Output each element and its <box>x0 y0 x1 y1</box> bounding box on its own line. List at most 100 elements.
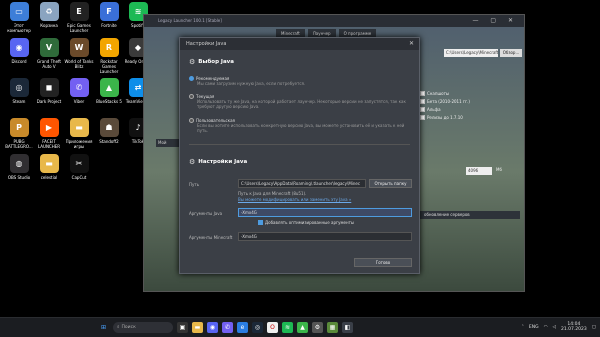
gta-icon: V <box>39 38 59 57</box>
radio-selected-icon[interactable] <box>189 76 194 81</box>
chevron-up-icon[interactable]: ˄ <box>522 325 524 330</box>
desktop-shortcut[interactable]: ▶ FACEIT LAUNCHER <box>33 118 65 149</box>
server-update-option[interactable]: обновление серверов <box>420 211 520 219</box>
desktop-shortcut[interactable]: W World of Tanks Blitz <box>63 38 95 69</box>
browse-button[interactable]: Обзор... <box>500 49 522 57</box>
desktop-shortcut[interactable]: ✆ Viber <box>63 78 95 104</box>
search-box[interactable]: ⌕ Поиск <box>113 322 173 333</box>
version-option[interactable]: Альфа <box>420 107 524 112</box>
steam-icon: ◎ <box>9 78 29 97</box>
launcher-titlebar[interactable]: Legacy Launcher 100.1 [Stable] — ▢ ✕ <box>144 15 524 27</box>
wifi-icon[interactable]: ◠ <box>544 325 548 330</box>
window-controls[interactable]: — ▢ ✕ <box>472 15 518 27</box>
jvm-args-label: Аргументы Java <box>189 211 223 216</box>
shortcut-label: Viber <box>73 99 85 104</box>
discord-icon: ◉ <box>9 38 29 57</box>
windows-start-icon[interactable]: ⊞ <box>98 322 109 333</box>
notification-icon[interactable]: ▢ <box>592 325 596 330</box>
edge-icon[interactable]: e <box>237 322 248 333</box>
minecraft-icon[interactable]: ▦ <box>327 322 338 333</box>
version-option[interactable]: Бета (2010-2011 гг.) <box>420 99 524 104</box>
checkbox-icon <box>420 99 425 104</box>
desktop-shortcut[interactable]: ▬ Приложения игры <box>63 118 95 149</box>
bluestacks-icon: ▲ <box>99 78 119 97</box>
memory-unit: Мб <box>496 167 502 172</box>
versions-panel: Снапшоты Бета (2010-2011 гг.) Альфа Рели… <box>420 91 524 123</box>
task-view-icon[interactable]: ▣ <box>177 322 188 333</box>
done-button[interactable]: Готово <box>354 258 412 267</box>
option-description: Мы сами загрузим нужную Java, если потре… <box>197 81 306 86</box>
desktop-shortcut[interactable]: P PUBG BATTLEGRO... <box>3 118 35 149</box>
optimized-args-checkbox[interactable]: Добавлять оптимизированные аргументы <box>258 220 354 225</box>
desktop-shortcut[interactable]: ♻ Корзина <box>33 2 65 28</box>
shortcut-label: Discord <box>11 59 27 64</box>
folder-icon: ▬ <box>39 154 59 173</box>
desktop-shortcut[interactable]: ✂ CapCut <box>63 154 95 180</box>
desktop-shortcut[interactable]: F Fortnite <box>93 2 125 28</box>
desktop-shortcut[interactable]: V Grand Theft Auto V <box>33 38 65 69</box>
clock[interactable]: 14:04 21.07.2023 <box>561 322 587 332</box>
modify-java-link[interactable]: Вы можете модифицировать или заменить эт… <box>238 197 351 202</box>
java-settings-dialog: Настройки Java ✕ ⚙ Выбор Java Рекомендуе… <box>179 37 420 274</box>
epic-games-icon: E <box>69 2 89 21</box>
version-label: Снапшоты <box>427 91 450 96</box>
shortcut-label: Grand Theft Auto V <box>37 59 61 69</box>
desktop-shortcut[interactable]: ◎ Steam <box>3 78 35 104</box>
fortnite-icon: F <box>99 2 119 21</box>
spotify-icon[interactable]: ≋ <box>282 322 293 333</box>
opera-icon[interactable]: O <box>267 322 278 333</box>
language-indicator[interactable]: ENG <box>529 325 539 330</box>
version-option[interactable]: Релизы до 1.7.10 <box>420 115 524 120</box>
mc-args-field[interactable]: -Xmx4G <box>238 232 412 241</box>
radio-icon[interactable] <box>189 94 194 99</box>
option-current[interactable]: Текущая Использовать ту же Java, на кото… <box>189 94 409 109</box>
shortcut-label: Корзина <box>40 23 58 28</box>
path-hint: Путь к Java для Minecraft (8u51). <box>238 191 307 196</box>
radio-icon[interactable] <box>189 118 194 123</box>
taskbar: ⊞ ⌕ Поиск ▣ ▬ ◉ ✆ e ◎ O ≋ ▲ ⚙ ▦ ◧ ˄ ENG … <box>0 317 600 337</box>
steam-icon[interactable]: ◎ <box>252 322 263 333</box>
desktop-shortcut[interactable]: E Epic Games Launcher <box>63 2 95 33</box>
desktop-shortcut[interactable]: ▬ celestial <box>33 154 65 180</box>
desktop-shortcut[interactable]: ☗ Standoff2 <box>93 118 125 144</box>
desktop-shortcut[interactable]: ▲ BlueStacks 5 <box>93 78 125 104</box>
shortcut-label: OBS Studio <box>7 175 31 180</box>
game-dir-field[interactable]: C:\Users\Legacy\Minecraft\game <box>444 49 498 57</box>
version-option[interactable]: Снапшоты <box>420 91 524 96</box>
dialog-titlebar[interactable]: Настройки Java ✕ <box>180 38 419 50</box>
viber-icon: ✆ <box>69 78 89 97</box>
shortcut-label: Приложения игры <box>65 139 93 149</box>
shortcut-label: PUBG BATTLEGRO... <box>5 139 33 149</box>
settings-icon[interactable]: ⚙ <box>312 322 323 333</box>
jvm-args-field[interactable]: -Xmx4G <box>238 208 412 217</box>
version-label: Бета (2010-2011 гг.) <box>427 99 470 104</box>
viber-icon[interactable]: ✆ <box>222 322 233 333</box>
gear-icon: ⚙ <box>189 158 196 166</box>
pubg-icon: P <box>9 118 29 137</box>
memory-field[interactable]: 4096 <box>466 167 492 175</box>
java-settings-heading: ⚙ Настройки Java <box>189 158 247 166</box>
desktop-shortcut[interactable]: ◍ OBS Studio <box>3 154 35 180</box>
close-icon[interactable]: ✕ <box>409 38 414 50</box>
section-title: Настройки Java <box>198 159 248 165</box>
launcher-icon[interactable]: ◧ <box>342 322 353 333</box>
volume-icon[interactable]: ◁ <box>553 325 556 330</box>
option-custom[interactable]: Пользовательская Если вы хотите использо… <box>189 118 409 133</box>
option-recommended[interactable]: Рекомендуемая Мы сами загрузим нужную Ja… <box>189 76 409 86</box>
desktop-shortcut[interactable]: ▭ Этот компьютер <box>3 2 35 33</box>
open-folder-button[interactable]: Открыть папку <box>369 179 412 188</box>
java-selection-heading: ⚙ Выбор Java <box>189 58 234 66</box>
shortcut-label: Rockstar Games Launcher <box>99 59 119 74</box>
desktop-shortcut[interactable]: R Rockstar Games Launcher <box>93 38 125 74</box>
checkbox-icon <box>420 91 425 96</box>
checkbox-label: Добавлять оптимизированные аргументы <box>265 220 355 225</box>
java-path-field[interactable]: C:\Users\Legacy\AppData\Roaming\.tlaunch… <box>238 179 366 188</box>
desktop-shortcut[interactable]: ◉ Discord <box>3 38 35 64</box>
rockstar-icon: R <box>99 38 119 57</box>
file-explorer-icon[interactable]: ▬ <box>192 322 203 333</box>
shortcut-label: Steam <box>12 99 26 104</box>
search-placeholder: Поиск <box>121 325 136 330</box>
desktop-shortcut[interactable]: ◼ Dark Project <box>33 78 65 104</box>
discord-icon[interactable]: ◉ <box>207 322 218 333</box>
bluestacks-icon[interactable]: ▲ <box>297 322 308 333</box>
